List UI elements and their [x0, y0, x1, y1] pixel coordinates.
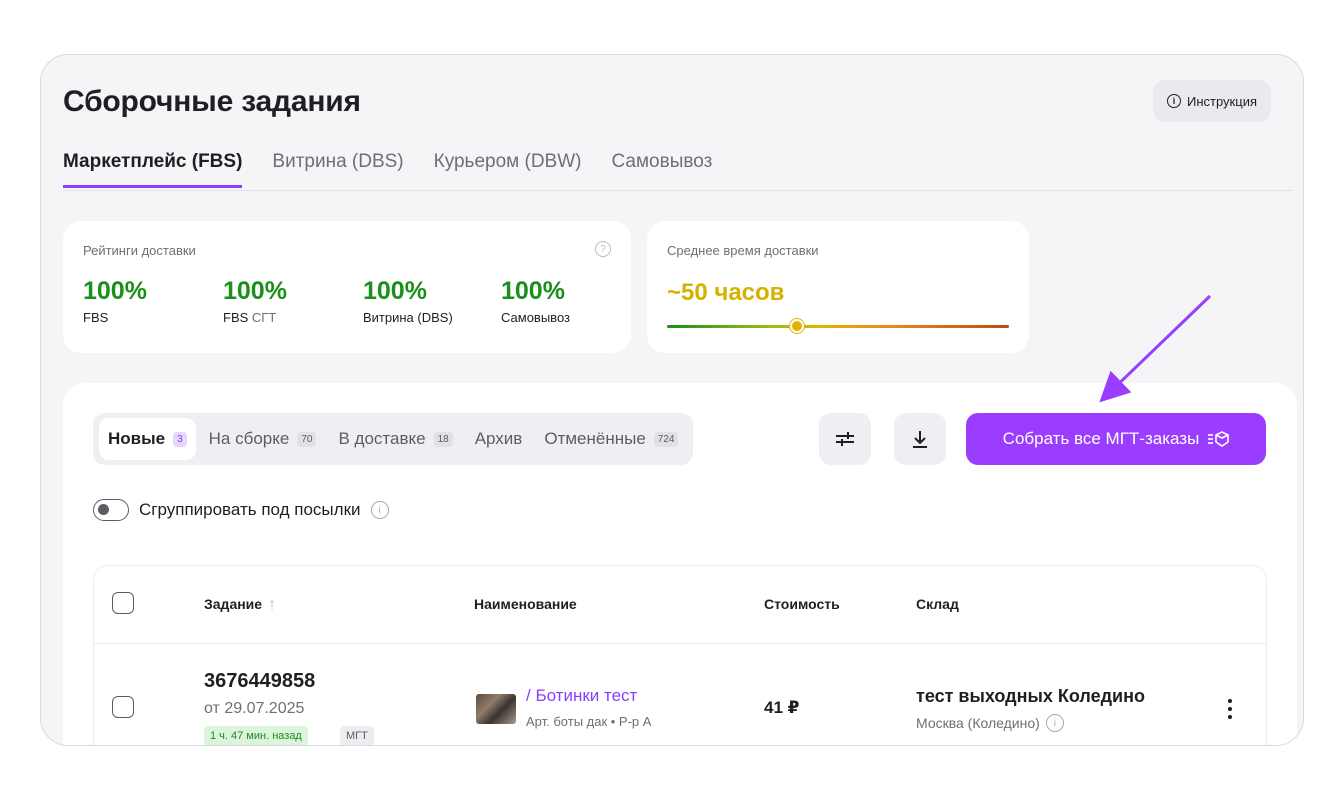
row-menu-button[interactable]: [1220, 694, 1240, 724]
status-tab-delivery[interactable]: В доставке 18: [329, 418, 461, 460]
status-tab-count: 70: [297, 431, 317, 447]
ratings-title: Рейтинги доставки: [83, 243, 196, 258]
status-tab-cancelled[interactable]: Отменённые 724: [535, 418, 687, 460]
download-button[interactable]: [894, 413, 946, 465]
table-header: Задание ↑ Наименование Стоимость Склад: [94, 566, 1266, 644]
instruction-button[interactable]: i Инструкция: [1153, 80, 1271, 122]
status-tab-count: 3: [173, 431, 187, 447]
order-price: 41 ₽: [764, 698, 800, 717]
tab-pickup[interactable]: Самовывоз: [611, 151, 712, 188]
rating-label: FBS СГТ: [223, 310, 277, 325]
delivery-ratings-card: Рейтинги доставки ? 100% FBS 100% FBS СГ…: [63, 221, 631, 353]
tab-dbs[interactable]: Витрина (DBS): [272, 151, 403, 188]
group-parcels-toggle[interactable]: [93, 499, 129, 521]
status-tabs: Новые 3 На сборке 70 В доставке 18 Архив…: [93, 413, 694, 465]
rating-label: FBS: [83, 310, 109, 325]
rating-dbs: 100% Витрина (DBS): [363, 277, 453, 325]
column-price: Стоимость: [764, 596, 840, 612]
rating-fbs: 100% FBS: [83, 277, 147, 325]
select-all-checkbox[interactable]: [112, 592, 134, 614]
status-tab-assembling[interactable]: На сборке 70: [200, 418, 326, 460]
product-meta: Арт. боты дак • Р-р А: [526, 714, 652, 729]
product-thumbnail[interactable]: [476, 694, 516, 724]
channel-tabs: Маркетплейс (FBS) Витрина (DBS) Курьером…: [63, 151, 712, 188]
rating-value: 100%: [83, 277, 147, 305]
mgt-badge: МГТ: [340, 726, 374, 745]
filter-icon: [836, 432, 854, 446]
column-task[interactable]: Задание ↑: [204, 596, 276, 614]
rating-pickup: 100% Самовывоз: [501, 277, 570, 325]
column-warehouse: Склад: [916, 596, 959, 612]
rating-value: 100%: [223, 277, 287, 305]
order-date: от 29.07.2025: [204, 700, 305, 717]
info-icon[interactable]: i: [1045, 714, 1064, 732]
collect-all-label: Собрать все МГТ-заказы: [1002, 429, 1200, 448]
status-tab-new[interactable]: Новые 3: [99, 418, 196, 460]
status-tab-label: Отменённые: [544, 429, 646, 448]
delivery-time-scale: [667, 325, 1009, 328]
filter-button[interactable]: [819, 413, 871, 465]
row-checkbox[interactable]: [112, 696, 134, 718]
order-id: 3676449858: [204, 670, 316, 692]
column-name: Наименование: [474, 596, 577, 612]
rating-value: 100%: [363, 277, 427, 305]
rating-fbs-sgt: 100% FBS СГТ: [223, 277, 287, 325]
tab-dbw[interactable]: Курьером (DBW): [434, 151, 582, 188]
instruction-label: Инструкция: [1187, 93, 1257, 109]
status-tab-archive[interactable]: Архив: [466, 418, 532, 460]
product-link[interactable]: / Ботинки тест: [526, 686, 637, 706]
orders-panel: Новые 3 На сборке 70 В доставке 18 Архив…: [63, 383, 1297, 745]
app-frame: Сборочные задания i Инструкция Маркетпле…: [40, 54, 1304, 746]
box-icon: [1208, 431, 1230, 447]
rating-label: Самовывоз: [501, 310, 570, 325]
rating-value: 100%: [501, 277, 565, 305]
help-icon[interactable]: ?: [595, 241, 611, 257]
status-tab-count: 18: [433, 431, 453, 447]
delivery-time-marker: [789, 319, 804, 333]
page-title: Сборочные задания: [63, 85, 361, 118]
warehouse-name: тест выходных Коледино: [916, 686, 1145, 706]
tab-fbs[interactable]: Маркетплейс (FBS): [63, 151, 243, 188]
download-icon: [913, 431, 927, 448]
delivery-time-value: ~50 часов: [667, 279, 785, 306]
orders-table: Задание ↑ Наименование Стоимость Склад 36…: [93, 565, 1267, 745]
collect-all-mgt-button[interactable]: Собрать все МГТ-заказы: [966, 413, 1266, 465]
delivery-time-title: Среднее время доставки: [667, 243, 819, 258]
info-icon[interactable]: i: [370, 501, 389, 519]
status-tab-label: На сборке: [208, 429, 290, 448]
status-tab-count: 724: [653, 431, 679, 447]
sort-arrow-icon[interactable]: ↑: [268, 596, 276, 613]
status-tab-label: Архив: [474, 429, 523, 448]
status-tab-label: Новые: [108, 429, 166, 448]
order-age-badge: 1 ч. 47 мин. назад: [204, 726, 308, 745]
status-tab-label: В доставке: [338, 429, 426, 448]
delivery-time-card: Среднее время доставки ~50 часов: [647, 221, 1029, 353]
rating-label: Витрина (DBS): [363, 310, 453, 325]
group-parcels-row: Сгруппировать под посылки i: [93, 499, 389, 521]
info-icon: i: [1167, 94, 1181, 108]
tabs-divider: [63, 190, 1293, 191]
group-parcels-label: Сгруппировать под посылки: [139, 500, 361, 519]
warehouse-city: Москва (Коледино) i: [916, 714, 1064, 732]
